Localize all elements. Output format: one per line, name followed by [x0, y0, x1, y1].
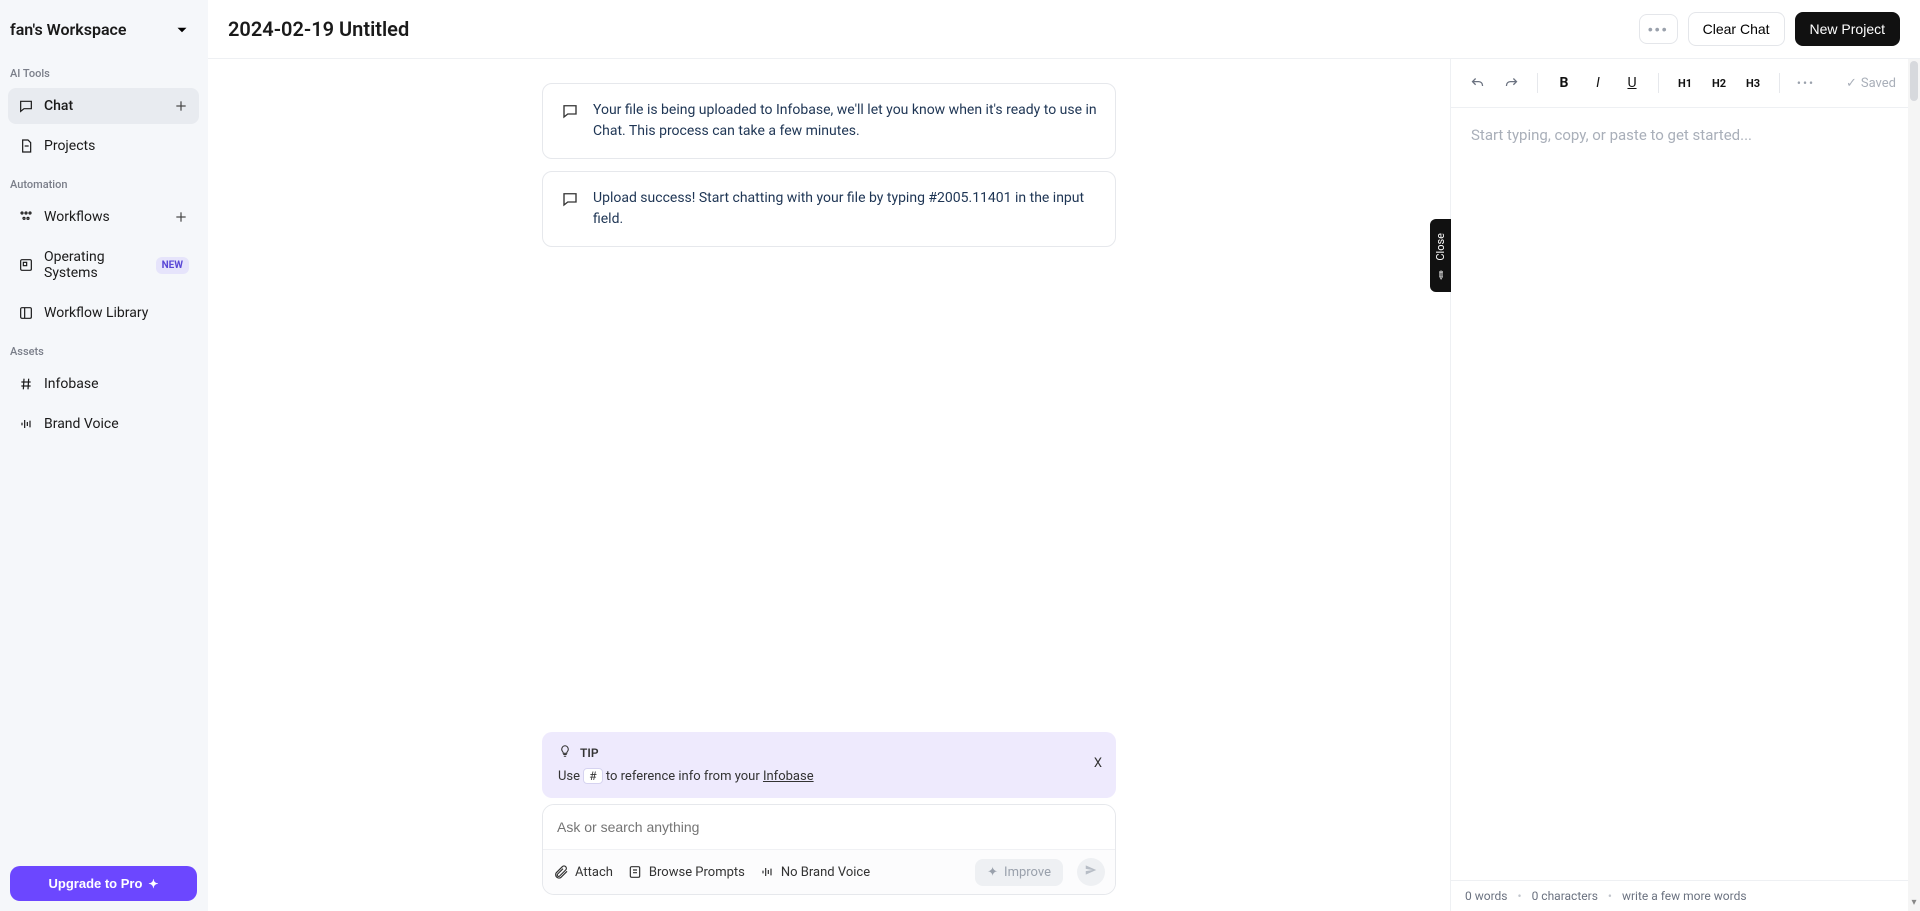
- scrollbar[interactable]: ▾: [1908, 59, 1920, 911]
- brand-voice-button[interactable]: No Brand Voice: [759, 864, 870, 880]
- chat-input-wrap: Attach Browse Prompts No Brand Voice: [542, 804, 1116, 895]
- more-format-button[interactable]: •••: [1792, 69, 1820, 97]
- new-badge: NEW: [156, 257, 189, 274]
- message-card: Upload success! Start chatting with your…: [542, 171, 1116, 247]
- plus-icon[interactable]: [173, 209, 189, 225]
- main-area: 2024-02-19 Untitled ••• Clear Chat New P…: [208, 0, 1920, 911]
- chat-toolbar: Attach Browse Prompts No Brand Voice: [543, 849, 1115, 894]
- browse-prompts-button[interactable]: Browse Prompts: [627, 864, 745, 880]
- bars-icon: [18, 416, 34, 432]
- hash-icon: [18, 376, 34, 392]
- upgrade-button[interactable]: Upgrade to Pro ✦: [10, 866, 197, 901]
- more-button[interactable]: •••: [1639, 14, 1678, 44]
- section-automation: Automation: [0, 166, 207, 197]
- send-button[interactable]: [1077, 858, 1105, 886]
- os-icon: [18, 257, 34, 273]
- nav-label: Operating Systems: [44, 249, 142, 281]
- char-count: 0 characters: [1532, 889, 1598, 903]
- send-icon: [1084, 863, 1098, 881]
- library-icon: [18, 305, 34, 321]
- document-icon: [18, 138, 34, 154]
- tip-close-button[interactable]: X: [1094, 756, 1102, 771]
- sparkle-icon: ✦: [987, 865, 998, 880]
- sidebar-item-workflows[interactable]: Workflows: [8, 199, 199, 235]
- section-assets: Assets: [0, 333, 207, 364]
- chat-icon: [561, 102, 579, 120]
- redo-button[interactable]: [1497, 69, 1525, 97]
- tip-label: TIP: [580, 746, 599, 760]
- workflows-icon: [18, 209, 34, 225]
- underline-button[interactable]: U: [1618, 69, 1646, 97]
- message-text: Your file is being uploaded to Infobase,…: [593, 100, 1097, 142]
- more-icon: •••: [1648, 21, 1669, 37]
- check-icon: ✓: [1846, 76, 1857, 91]
- improve-button[interactable]: ✦ Improve: [975, 859, 1063, 886]
- prompts-icon: [627, 864, 643, 880]
- attach-button[interactable]: Attach: [553, 864, 613, 880]
- infobase-link[interactable]: Infobase: [763, 769, 814, 784]
- nav-label: Chat: [44, 98, 73, 114]
- page-title: 2024-02-19 Untitled: [228, 17, 1629, 41]
- bars-icon: [759, 864, 775, 880]
- chevron-down-icon: [173, 21, 191, 39]
- sidebar-item-chat[interactable]: Chat: [8, 88, 199, 124]
- chat-area: Your file is being uploaded to Infobase,…: [208, 59, 1450, 911]
- sparkle-icon: ✦: [148, 877, 158, 891]
- messages-list: Your file is being uploaded to Infobase,…: [542, 83, 1116, 247]
- chat-icon: [18, 98, 34, 114]
- editor-footer: 0 words • 0 characters • write a few mor…: [1451, 880, 1908, 911]
- editor-panel: B I U H1 H2 H3 ••• ✓ Saved Start typing,…: [1450, 59, 1908, 911]
- message-card: Your file is being uploaded to Infobase,…: [542, 83, 1116, 159]
- bold-button[interactable]: B: [1550, 69, 1578, 97]
- h3-button[interactable]: H3: [1739, 69, 1767, 97]
- clear-chat-button[interactable]: Clear Chat: [1688, 12, 1785, 46]
- hash-key: #: [583, 768, 602, 784]
- h2-button[interactable]: H2: [1705, 69, 1733, 97]
- nav-label: Infobase: [44, 376, 99, 392]
- topbar: 2024-02-19 Untitled ••• Clear Chat New P…: [208, 0, 1920, 59]
- chat-icon: [561, 190, 579, 208]
- sidebar-item-workflow-library[interactable]: Workflow Library: [8, 295, 199, 331]
- nav-label: Workflow Library: [44, 305, 148, 321]
- chat-input[interactable]: [543, 805, 1115, 849]
- chat-input-block: TIP X Use # to reference info from your …: [542, 732, 1116, 895]
- paperclip-icon: [553, 864, 569, 880]
- nav-label: Brand Voice: [44, 416, 119, 432]
- close-editor-tab[interactable]: Close ✎: [1430, 219, 1451, 292]
- workspace-name: fan's Workspace: [10, 20, 127, 39]
- tip-card: TIP X Use # to reference info from your …: [542, 732, 1116, 798]
- nav-label: Workflows: [44, 209, 110, 225]
- h1-button[interactable]: H1: [1671, 69, 1699, 97]
- lightbulb-icon: [558, 744, 572, 761]
- sidebar-item-projects[interactable]: Projects: [8, 128, 199, 164]
- sidebar-item-operating-systems[interactable]: Operating Systems NEW: [8, 239, 199, 291]
- editor-body[interactable]: Start typing, copy, or paste to get star…: [1451, 108, 1908, 880]
- sidebar: fan's Workspace AI Tools Chat Projects A…: [0, 0, 208, 911]
- message-text: Upload success! Start chatting with your…: [593, 188, 1097, 230]
- italic-button[interactable]: I: [1584, 69, 1612, 97]
- scrollbar-thumb[interactable]: [1910, 61, 1918, 101]
- section-ai-tools: AI Tools: [0, 55, 207, 86]
- undo-button[interactable]: [1463, 69, 1491, 97]
- sidebar-item-brand-voice[interactable]: Brand Voice: [8, 406, 199, 442]
- editor-toolbar: B I U H1 H2 H3 ••• ✓ Saved: [1451, 59, 1908, 108]
- editor-hint: write a few more words: [1622, 889, 1747, 903]
- word-count: 0 words: [1465, 889, 1508, 903]
- scroll-down-icon[interactable]: ▾: [1908, 897, 1920, 911]
- tip-body: Use # to reference info from your Infoba…: [558, 769, 1100, 784]
- plus-icon[interactable]: [173, 98, 189, 114]
- new-project-button[interactable]: New Project: [1795, 12, 1900, 46]
- sidebar-item-infobase[interactable]: Infobase: [8, 366, 199, 402]
- upgrade-label: Upgrade to Pro: [49, 876, 143, 891]
- workspace-switcher[interactable]: fan's Workspace: [0, 0, 207, 55]
- nav-label: Projects: [44, 138, 95, 154]
- saved-indicator: ✓ Saved: [1846, 76, 1896, 91]
- close-label: Close: [1434, 233, 1447, 261]
- pencil-icon: ✎: [1433, 267, 1449, 283]
